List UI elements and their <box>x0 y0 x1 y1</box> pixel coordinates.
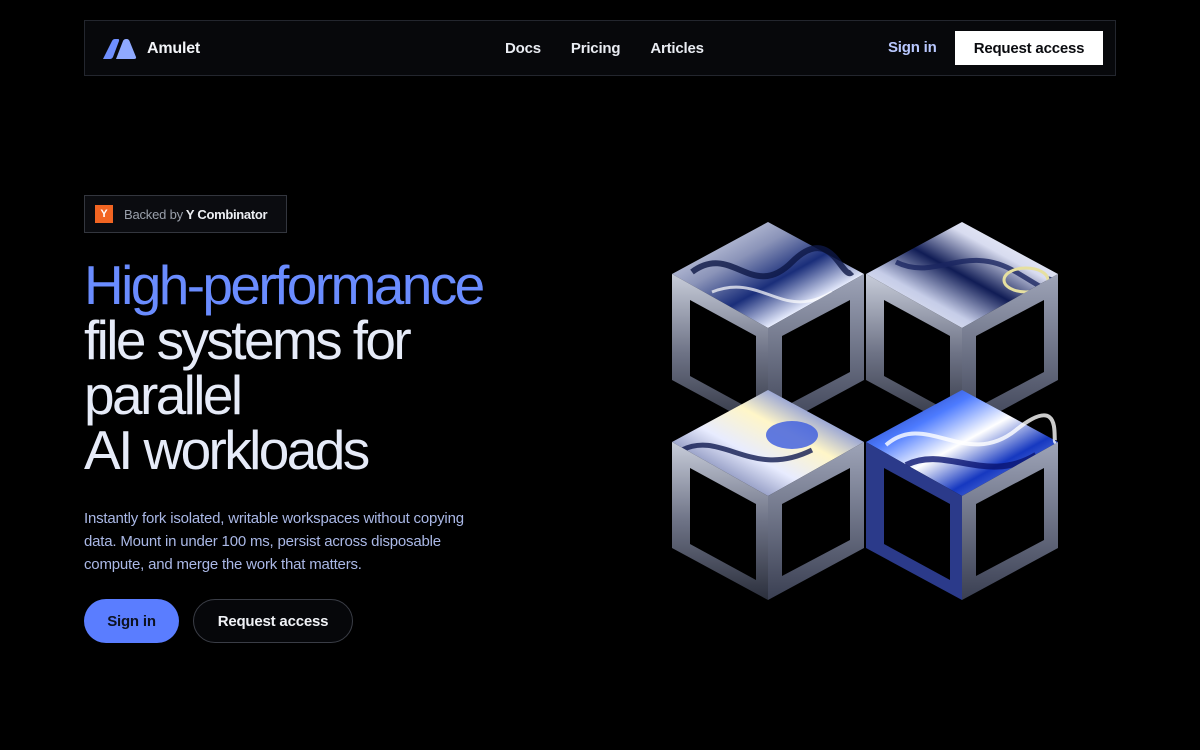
nav-link-articles[interactable]: Articles <box>650 40 704 57</box>
headline-line-3: AI workloads <box>84 419 370 481</box>
badge-prefix: Backed by <box>124 206 183 222</box>
nav-link-pricing[interactable]: Pricing <box>571 40 621 57</box>
hero-headline: High-performance file systems for parall… <box>84 258 604 478</box>
nav-sign-in-link[interactable]: Sign in <box>888 39 937 56</box>
badge-highlight: Y Combinator <box>185 206 268 222</box>
brand[interactable]: Amulet <box>101 37 200 61</box>
hero-subtitle: Instantly fork isolated, writable worksp… <box>84 510 464 573</box>
hero-request-access-button[interactable]: Request access <box>193 599 353 643</box>
top-navbar: Amulet Docs Pricing Articles Sign in Req… <box>84 20 1116 76</box>
nav-request-access-button[interactable]: Request access <box>955 31 1103 65</box>
headline-line-2: parallel <box>84 364 243 426</box>
brand-name: Amulet <box>147 40 201 57</box>
amulet-logo-icon <box>103 39 137 59</box>
headline-line-1: file systems for <box>84 309 412 371</box>
hero-sign-in-button[interactable]: Sign in <box>84 599 179 643</box>
nav-link-docs[interactable]: Docs <box>505 40 541 57</box>
y-combinator-logo-icon: Y <box>95 205 113 223</box>
nav-links: Docs Pricing Articles <box>505 21 734 75</box>
chrome-cubes-illustration-icon <box>640 200 1090 630</box>
headline-accent: High-performance <box>84 254 485 316</box>
backed-by-badge: Y Backed by Y Combinator <box>84 195 287 233</box>
